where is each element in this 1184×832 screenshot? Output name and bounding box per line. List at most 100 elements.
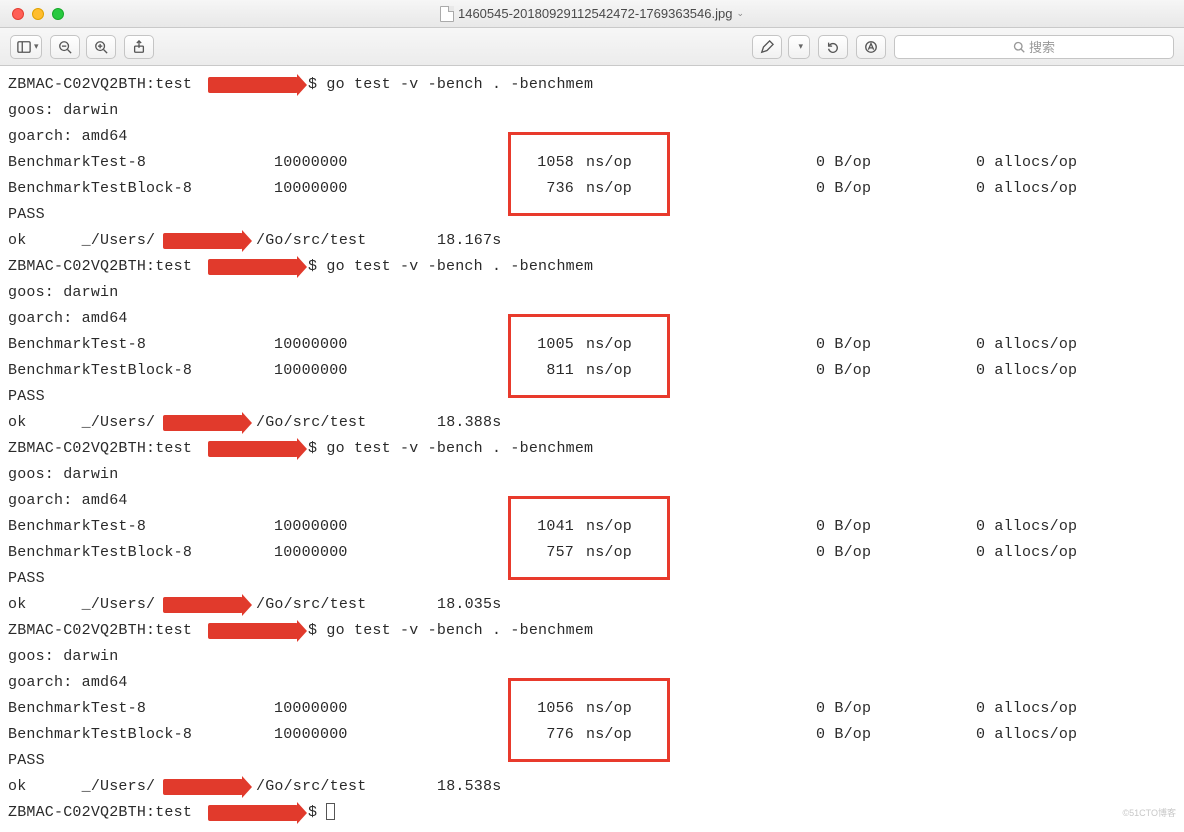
benchmark-nsop: 776 [534,722,574,748]
zoom-in-button[interactable] [86,35,116,59]
prompt-prefix: ZBMAC-C02VQ2BTH:test [8,72,201,98]
minimize-icon[interactable] [32,8,44,20]
annotate-button[interactable] [856,35,886,59]
benchmark-nsop-label: ns/op [586,150,632,176]
prompt-prefix: ZBMAC-C02VQ2BTH:test [8,254,201,280]
benchmark-nsop: 1005 [534,332,574,358]
goarch-line: goarch: amd64 [8,124,1176,150]
benchmark-iterations: 10000000 [274,540,348,566]
benchmark-bop: 0 B/op [816,358,871,384]
benchmark-name: BenchmarkTestBlock-8 [8,176,192,202]
benchmark-nsop: 757 [534,540,574,566]
benchmark-row: BenchmarkTestBlock-810000000736ns/op0 B/… [8,176,1176,202]
benchmark-row: BenchmarkTest-8100000001005ns/op0 B/op0 … [8,332,1176,358]
benchmark-nsop-label: ns/op [586,696,632,722]
ok-time: 18.388s [437,410,501,436]
benchmark-name: BenchmarkTest-8 [8,514,146,540]
prompt-line: ZBMAC-C02VQ2BTH:test $ go test -v -bench… [8,72,1176,98]
prompt-command: $ go test -v -bench . -benchmem [308,618,593,644]
prompt-line: ZBMAC-C02VQ2BTH:test $ go test -v -bench… [8,618,1176,644]
benchmark-iterations: 10000000 [274,332,348,358]
benchmark-name: BenchmarkTest-8 [8,332,146,358]
goarch-line: goarch: amd64 [8,306,1176,332]
goarch-line: goarch: amd64 [8,488,1176,514]
ok-prefix: ok _/Users/ [8,228,155,254]
benchmark-row: BenchmarkTest-8 10000000 1041 ns/op 0 B/op 0 … [8,514,1176,540]
close-icon[interactable] [12,8,24,20]
redacted-user [163,415,243,431]
benchmark-nsop-label: ns/op [586,722,632,748]
benchmark-allocs: 0 allocs/op [976,514,1077,540]
pencil-icon [760,40,774,54]
ok-suffix: /Go/src/test [256,592,366,618]
prompt-prefix: ZBMAC-C02VQ2BTH:test [8,618,201,644]
redacted-user [163,233,243,249]
benchmark-name: BenchmarkTestBlock-8 [8,722,192,748]
goarch-line: goarch: amd64 [8,670,1176,696]
benchmark-iterations: 10000000 [274,358,348,384]
search-input[interactable]: 搜索 [894,35,1174,59]
goos-line: goos: darwin [8,98,1176,124]
prompt-command: $ go test -v -bench . -benchmem [308,254,593,280]
benchmark-row: BenchmarkTestBlock-810000000776ns/op0 B/… [8,722,1176,748]
benchmark-bop: 0 B/op [816,150,871,176]
sidebar-icon [17,40,31,54]
prompt-line: ZBMAC-C02VQ2BTH:test $ go test -v -bench… [8,254,1176,280]
benchmark-row: BenchmarkTest-8100000001056ns/op0 B/op0 … [8,696,1176,722]
share-button[interactable] [124,35,154,59]
benchmark-iterations: 10000000 [274,514,348,540]
pass-line: PASS [8,384,1176,410]
benchmark-row: BenchmarkTestBlock-8 10000000 757 ns/op 0 B/… [8,540,1176,566]
chevron-down-icon: ▾ [34,41,39,52]
benchmark-nsop-label: ns/op [586,540,632,566]
benchmark-nsop: 811 [534,358,574,384]
terminal-cursor [326,803,335,820]
pass-line: PASS [8,202,1176,228]
sidebar-toggle-button[interactable]: ▾ [10,35,42,59]
ok-line: ok _/Users/ /Go/src/test 18.035s [8,592,1176,618]
benchmark-bop: 0 B/op [816,722,871,748]
benchmark-bop: 0 B/op [816,514,871,540]
toolbar: ▾ ▾ 搜索 [0,28,1184,66]
zoom-in-icon [94,40,108,54]
benchmark-nsop: 1058 [534,150,574,176]
benchmark-nsop-label: ns/op [586,358,632,384]
benchmark-nsop: 1041 [534,514,574,540]
goos-line: goos: darwin [8,644,1176,670]
title-dropdown-icon[interactable]: ⌄ [736,8,744,19]
markup-dropdown-button[interactable]: ▾ [788,35,810,59]
ok-line: ok _/Users//Go/src/test18.388s [8,410,1176,436]
window-titlebar: 1460545-20180929112542472-1769363546.jpg… [0,0,1184,28]
ok-time: 18.538s [437,774,501,800]
prompt-line: ZBMAC-C02VQ2BTH:test $ [8,800,1176,826]
benchmark-allocs: 0 allocs/op [976,696,1077,722]
maximize-icon[interactable] [52,8,64,20]
search-placeholder: 搜索 [1029,37,1055,56]
zoom-out-button[interactable] [50,35,80,59]
ok-prefix: ok _/Users/ [8,592,155,618]
goos-line: goos: darwin [8,280,1176,306]
benchmark-nsop-label: ns/op [586,514,632,540]
pass-line: PASS [8,566,1176,592]
benchmark-allocs: 0 allocs/op [976,358,1077,384]
benchmark-nsop-label: ns/op [586,176,632,202]
benchmark-nsop: 1056 [534,696,574,722]
prompt-command: $ go test -v -bench . -benchmem [308,72,593,98]
ok-time: 18.035s [437,592,501,618]
prompt-prefix: ZBMAC-C02VQ2BTH:test [8,436,201,462]
ok-suffix: /Go/src/test [256,774,366,800]
ok-time: 18.167s [437,228,501,254]
rotate-button[interactable] [818,35,848,59]
chevron-down-icon: ▾ [798,41,803,52]
benchmark-row: BenchmarkTestBlock-810000000811ns/op0 B/… [8,358,1176,384]
markup-button[interactable] [752,35,782,59]
benchmark-allocs: 0 allocs/op [976,332,1077,358]
benchmark-name: BenchmarkTestBlock-8 [8,540,192,566]
ok-prefix: ok _/Users/ [8,774,155,800]
benchmark-name: BenchmarkTest-8 [8,696,146,722]
benchmark-allocs: 0 allocs/op [976,150,1077,176]
benchmark-bop: 0 B/op [816,696,871,722]
window-title-label: 1460545-20180929112542472-1769363546.jpg [458,6,732,21]
benchmark-bop: 0 B/op [816,540,871,566]
benchmark-bop: 0 B/op [816,176,871,202]
